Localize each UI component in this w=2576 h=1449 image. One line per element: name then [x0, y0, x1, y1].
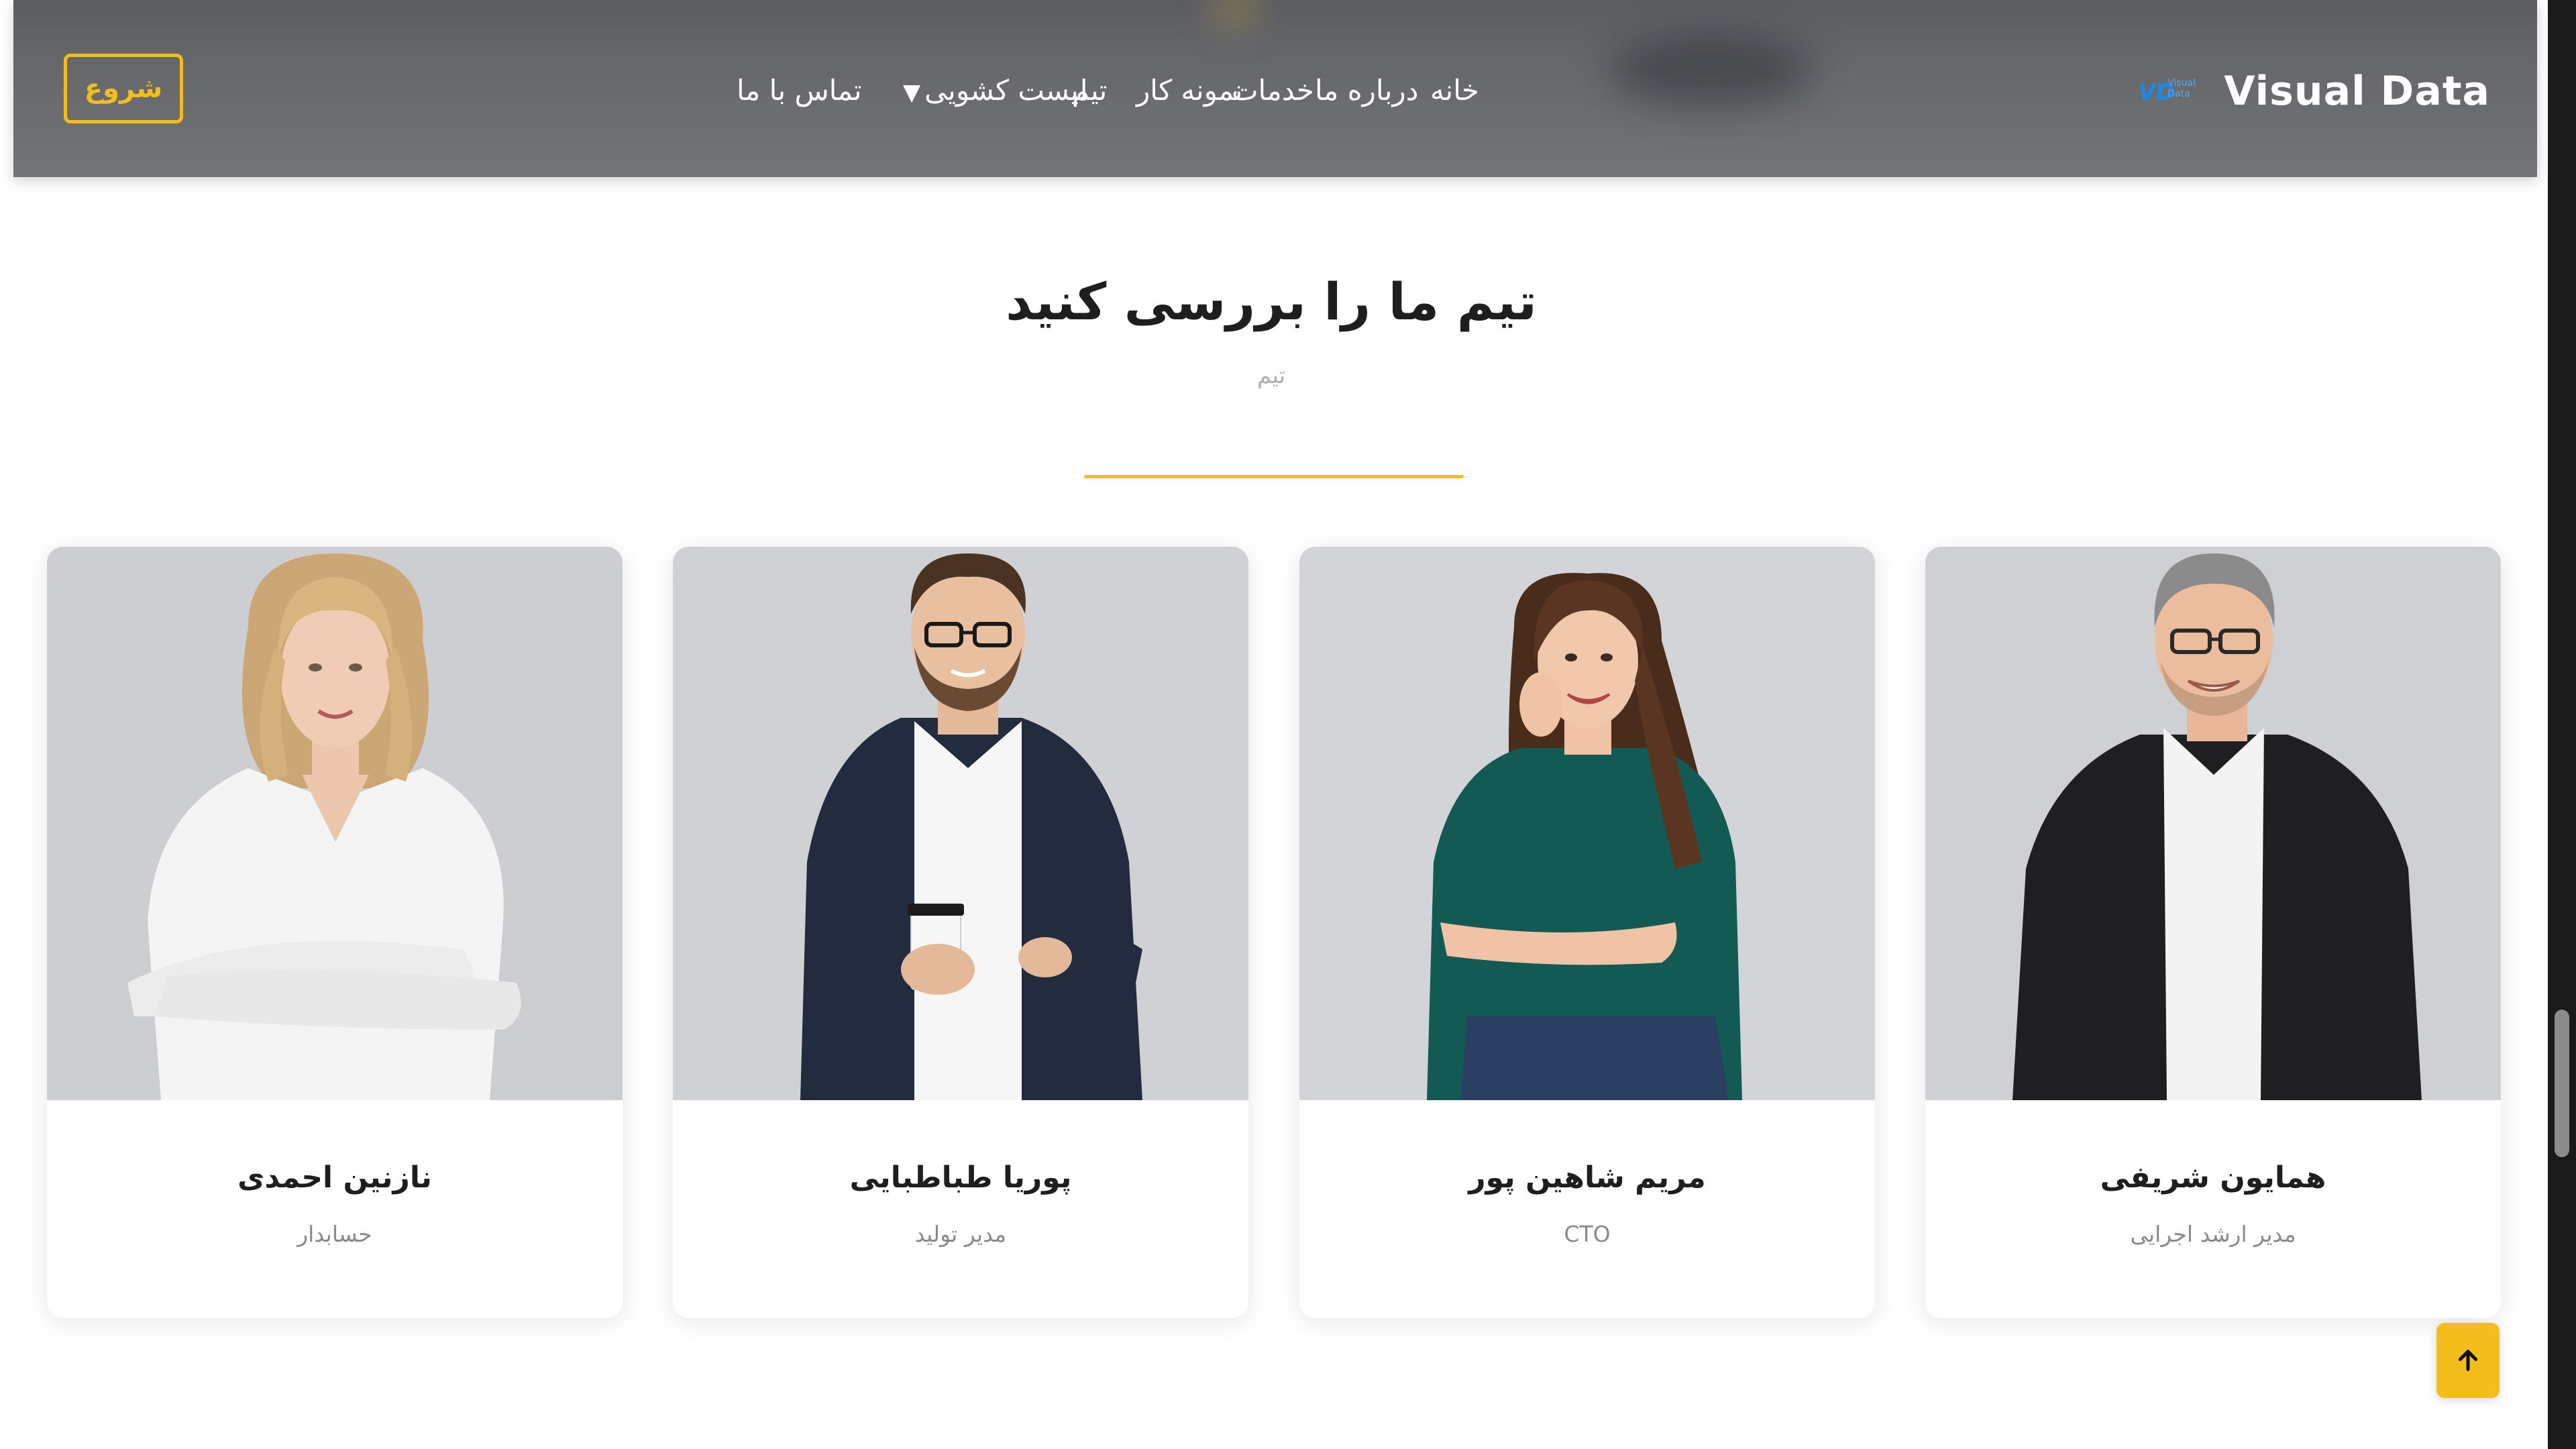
back-to-top-button[interactable] [2436, 1323, 2500, 1398]
brand[interactable]: VD Visual Data Visual Data [2138, 64, 2490, 118]
team-photo [1299, 547, 1875, 1100]
header-background-blur [1610, 34, 1811, 107]
team-card: همایون شریفی مدیر ارشد اجرایی [1925, 547, 2501, 1318]
start-button[interactable]: شروع [64, 54, 183, 123]
team-photo [47, 547, 623, 1100]
section-subtitle: تیم [1256, 362, 1286, 389]
brand-name: Visual Data [2224, 68, 2490, 115]
member-name: نازنین احمدی [237, 1161, 432, 1195]
member-role: مدیر ارشد اجرایی [2130, 1221, 2296, 1247]
member-name: پوریا طباطبایی [849, 1161, 1072, 1195]
nav-portfolio[interactable]: نمونه کار [1136, 67, 1242, 114]
nav-contact[interactable]: تماس با ما [737, 67, 862, 114]
section-divider [1084, 475, 1464, 478]
team-photo [1925, 547, 2501, 1100]
member-role: مدیر تولید [914, 1221, 1007, 1247]
site-header: شروع خانه درباره ما خدمات نمونه کار تیم … [13, 0, 2537, 177]
team-card: پوریا طباطبایی مدیر تولید [673, 547, 1248, 1318]
member-role: حسابدار [297, 1221, 372, 1247]
logo-text: Visual Data [2167, 78, 2196, 99]
brand-logo: VD Visual Data [2138, 76, 2205, 106]
member-name: مریم شاهین پور [1468, 1161, 1706, 1195]
team-card: مریم شاهین پور CTO [1299, 547, 1875, 1318]
page-scrollbar[interactable] [2548, 0, 2576, 1449]
member-role: CTO [1564, 1221, 1611, 1247]
nav-home[interactable]: خانه [1430, 67, 1479, 114]
nav-dropdown-label: لیست کشویی [924, 74, 1088, 107]
nav-dropdown[interactable]: ▼ لیست کشویی [903, 67, 1088, 116]
arrow-up-icon [2458, 1350, 2478, 1371]
member-name: همایون شریفی [2100, 1161, 2326, 1195]
team-card: نازنین احمدی حسابدار [47, 547, 623, 1318]
scrollbar-thumb[interactable] [2555, 1010, 2569, 1157]
caret-down-icon: ▼ [903, 79, 921, 106]
team-photo [673, 547, 1248, 1100]
section-title: تیم ما را بررسی کنید [1006, 272, 1537, 331]
nav-services[interactable]: خدمات [1232, 67, 1314, 114]
header-background-blur [1208, 0, 1261, 34]
nav-about[interactable]: درباره ما [1315, 67, 1418, 114]
